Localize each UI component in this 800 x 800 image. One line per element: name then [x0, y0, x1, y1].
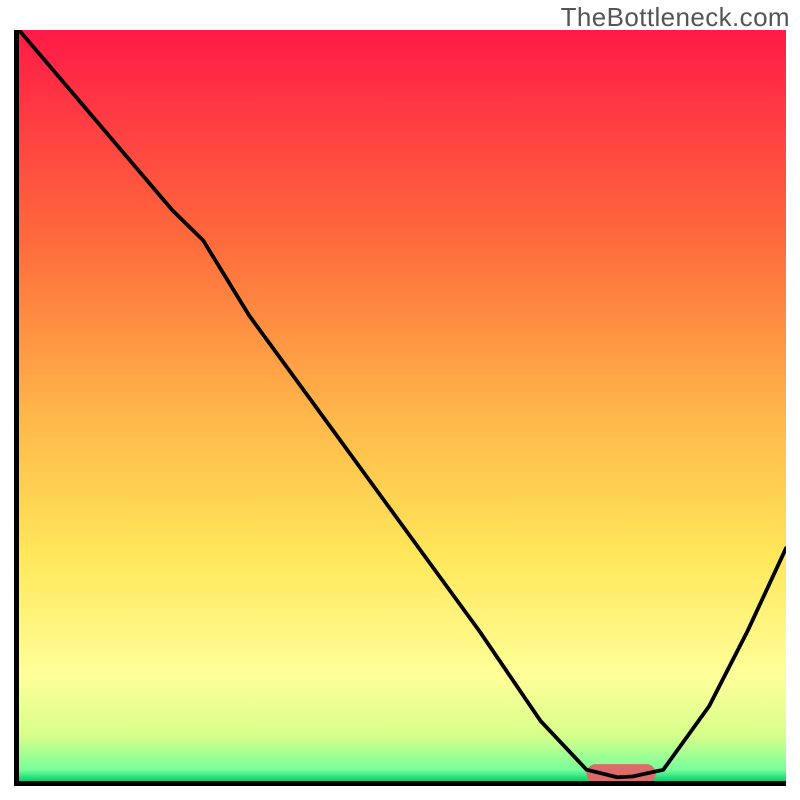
- axes-frame: [14, 30, 786, 786]
- chart-stage: TheBottleneck.com: [0, 0, 800, 800]
- watermark-text: TheBottleneck.com: [561, 2, 790, 33]
